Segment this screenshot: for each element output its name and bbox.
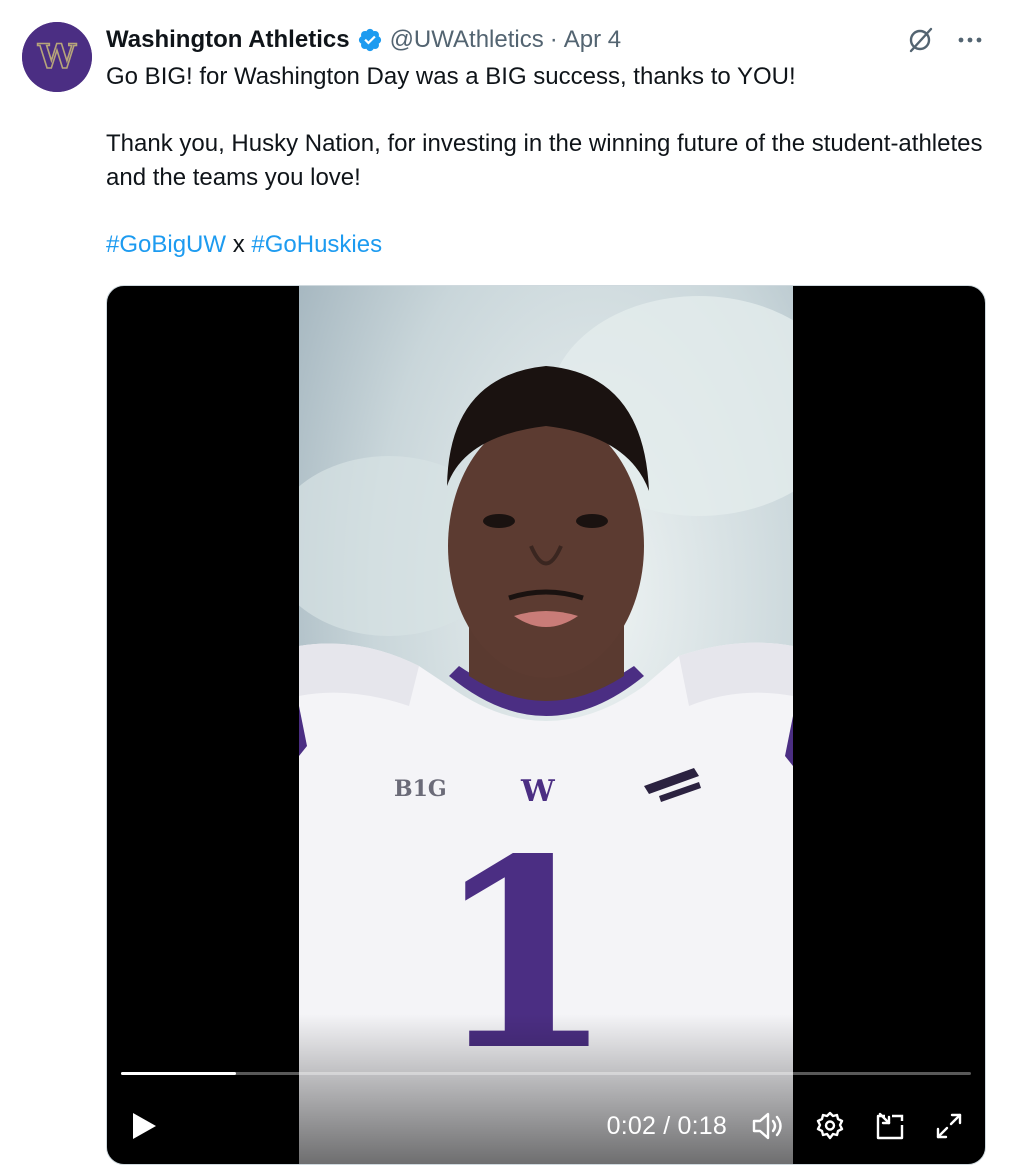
tweet-hashtags: #GoBigUW x #GoHuskies: [106, 228, 990, 262]
picture-in-picture-icon[interactable]: [875, 1111, 905, 1141]
more-icon[interactable]: [956, 26, 984, 54]
progress-bar[interactable]: [121, 1072, 971, 1075]
tweet-text: Go BIG! for Washington Day was a BIG suc…: [106, 60, 990, 262]
hashtag-link[interactable]: #GoBigUW: [106, 231, 226, 258]
controls-right: 0:02 / 0:18: [607, 1096, 963, 1156]
time-separator: /: [656, 1111, 678, 1140]
grok-icon[interactable]: [906, 26, 934, 54]
svg-text:W: W: [37, 37, 77, 77]
svg-text:B1G: B1G: [394, 776, 447, 802]
tweet-line-2: Thank you, Husky Nation, for investing i…: [106, 130, 983, 191]
time-display: 0:02 / 0:18: [607, 1112, 727, 1141]
separator-dot: ·: [549, 26, 558, 53]
video-player[interactable]: B1G W 1 0:02 / 0:18: [106, 285, 986, 1165]
current-time: 0:02: [606, 1111, 657, 1140]
tweet-actions: [906, 22, 984, 58]
settings-icon[interactable]: [815, 1111, 845, 1141]
avatar[interactable]: W: [22, 22, 92, 92]
fullscreen-icon[interactable]: [935, 1112, 963, 1140]
tweet-header: Washington Athletics @UWAthletics · Apr …: [106, 22, 621, 58]
tweet-date[interactable]: Apr 4: [564, 26, 621, 54]
uw-logo: W: [22, 22, 92, 92]
video-controls: 0:02 / 0:18: [107, 1096, 985, 1156]
volume-icon[interactable]: [751, 1111, 785, 1141]
play-icon[interactable]: [129, 1110, 159, 1147]
progress-fill: [121, 1072, 236, 1075]
author-name[interactable]: Washington Athletics: [106, 26, 350, 54]
author-handle[interactable]: @UWAthletics: [390, 26, 544, 54]
verified-badge-icon[interactable]: [357, 27, 383, 53]
tweet-line-1: Go BIG! for Washington Day was a BIG suc…: [106, 63, 796, 90]
hashtag-connector: x: [226, 231, 252, 258]
hashtag-link[interactable]: #GoHuskies: [251, 231, 382, 258]
duration: 0:18: [677, 1111, 727, 1140]
